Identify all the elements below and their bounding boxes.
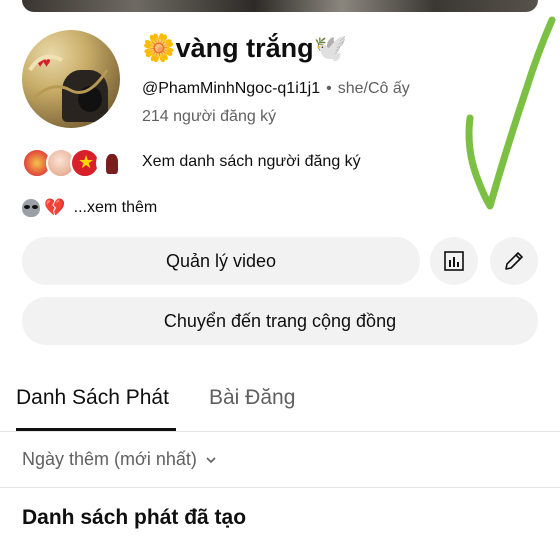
manage-videos-button[interactable]: Quản lý video xyxy=(22,237,420,285)
analytics-button[interactable] xyxy=(430,237,478,285)
channel-handle: @PhamMinhNgoc-q1i1j1 xyxy=(142,80,321,97)
pencil-icon xyxy=(505,252,523,270)
bar-chart-icon xyxy=(444,251,464,271)
sort-label: Ngày thêm (mới nhất) xyxy=(22,449,197,469)
alien-icon xyxy=(22,199,40,217)
channel-avatar[interactable]: ♥♥ xyxy=(22,30,120,128)
broken-heart-icon: 💔 xyxy=(44,198,66,217)
channel-name: 🌼vàng trắng🕊️ xyxy=(142,33,348,63)
section-title: Danh sách phát đã tạo xyxy=(22,506,247,529)
channel-tabs: Danh Sách Phát Bài Đăng xyxy=(0,372,560,432)
edit-channel-button[interactable] xyxy=(490,237,538,285)
subscriber-list-link[interactable]: Xem danh sách người đăng ký xyxy=(142,153,361,171)
avatar-scribble xyxy=(28,54,109,102)
section-divider xyxy=(0,487,560,488)
subscriber-avatar xyxy=(96,148,126,178)
sort-dropdown[interactable]: Ngày thêm (mới nhất) xyxy=(22,449,217,470)
show-more-link[interactable]: ...xem thêm xyxy=(74,199,158,216)
channel-pronouns: she/Cô ấy xyxy=(337,80,410,97)
active-tab-indicator xyxy=(16,428,176,431)
tab-playlists[interactable]: Danh Sách Phát xyxy=(16,386,169,410)
channel-banner xyxy=(22,0,538,12)
subscriber-avatars[interactable] xyxy=(22,148,134,178)
meta-separator: • xyxy=(326,80,332,97)
channel-meta: @PhamMinhNgoc-q1i1j1 • she/Cô ấy xyxy=(142,80,410,98)
tab-posts[interactable]: Bài Đăng xyxy=(209,386,295,410)
chevron-down-icon xyxy=(206,456,216,463)
channel-description[interactable]: 💔 ...xem thêm xyxy=(22,198,157,218)
subscriber-count: 214 người đăng ký xyxy=(142,108,277,125)
community-button[interactable]: Chuyển đến trang cộng đồng xyxy=(22,297,538,345)
